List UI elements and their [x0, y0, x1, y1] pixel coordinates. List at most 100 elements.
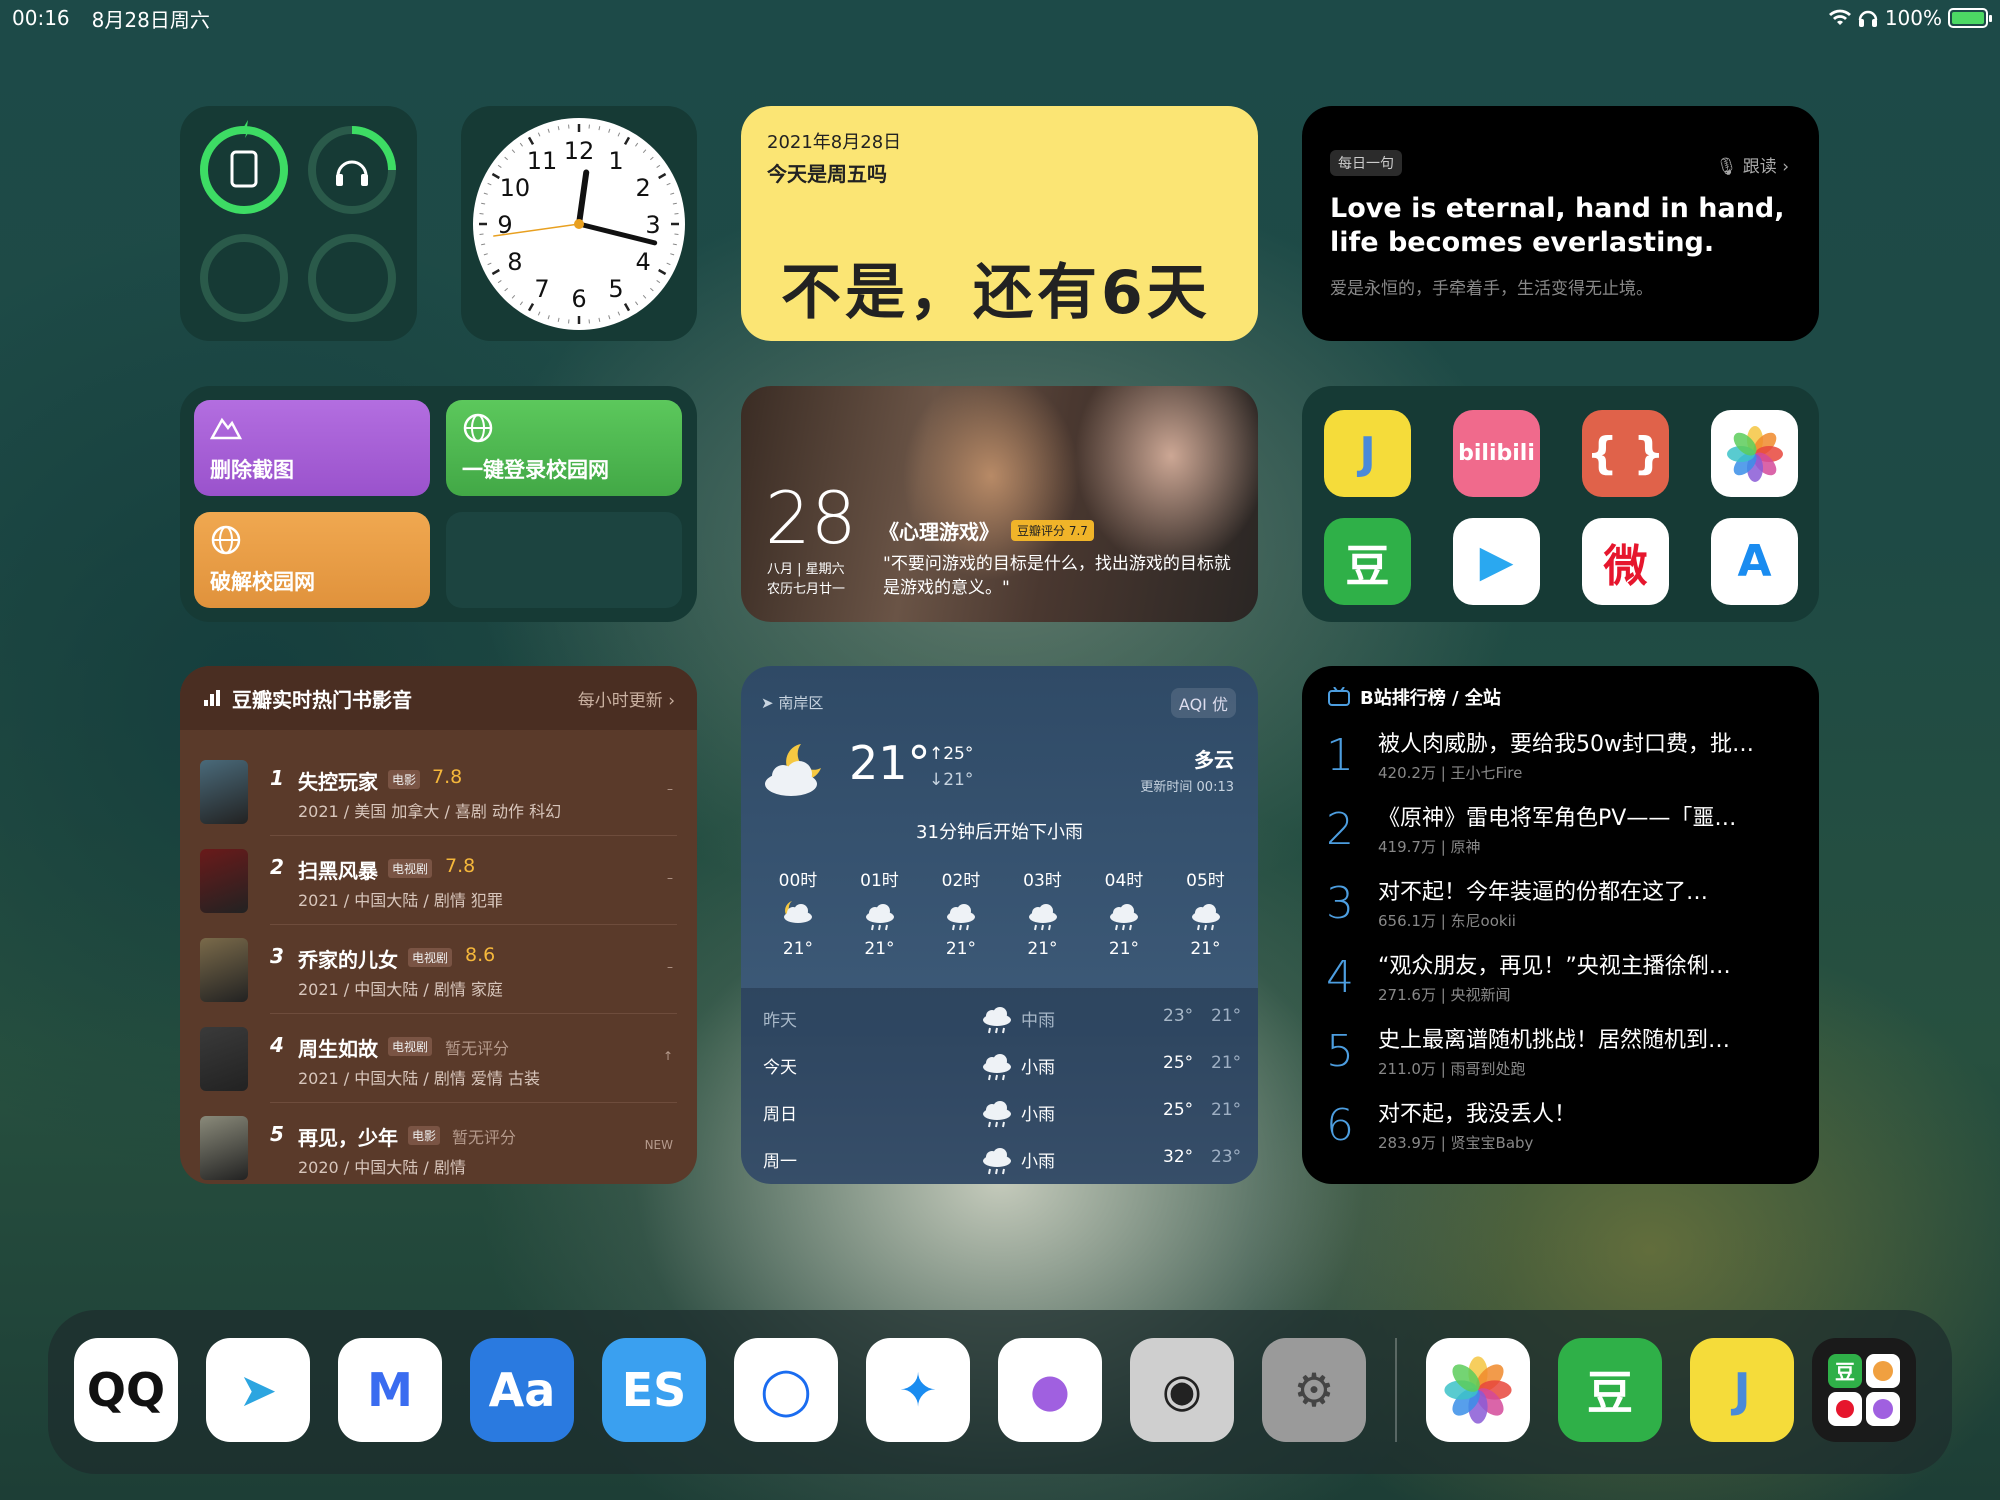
- bilibili-rank: 4: [1326, 952, 1354, 1003]
- day-low: 21°: [1211, 1006, 1242, 1026]
- dock-app-label: ➤: [238, 1363, 278, 1417]
- clock-number: 12: [564, 137, 595, 165]
- hourly-forecast: 05时 21°: [1171, 866, 1241, 959]
- clock-number: 6: [571, 285, 586, 313]
- bilibili-item[interactable]: 6 对不起，我没丢人！ 283.9万 | 贤宝宝Baby: [1326, 1092, 1797, 1166]
- battery-icon: [1948, 8, 1992, 28]
- clock-tick: [527, 136, 535, 145]
- movie-lunar-line1: 八月 | 星期六: [767, 562, 845, 577]
- safari-dock-icon[interactable]: ✦: [866, 1338, 970, 1442]
- bilibili-item[interactable]: 2 《原神》雷电将军角色PV——「噩… 419.7万 | 原神: [1326, 796, 1797, 870]
- douban-score: 7.8: [445, 855, 476, 877]
- movie-quote-widget[interactable]: 28 八月 | 星期六 农历七月廿一 《心理游戏》 豆瓣评分 7.7 "不要问游…: [741, 386, 1258, 622]
- clock-tick: [557, 126, 560, 131]
- douban-name: 失控玩家: [298, 770, 378, 794]
- bilibili-icon[interactable]: bilibili: [1453, 410, 1540, 497]
- douban-item[interactable]: 1 失控玩家 电影 7.8 2021 / 美国 加拿大 / 喜剧 动作 科幻 –: [200, 748, 677, 836]
- movie-quote: "不要问游戏的目标是什么，找出游戏的目标就是游戏的意义。": [883, 554, 1231, 598]
- j-app-icon[interactable]: J: [1324, 410, 1411, 497]
- clock-tick: [642, 149, 647, 153]
- clock-widget[interactable]: 12 1 2 3 4 5 6 7 8 9 10 11: [461, 106, 697, 341]
- douban-update-link[interactable]: 每小时更新 ›: [578, 686, 675, 711]
- douban-hot-widget[interactable]: 豆瓣实时热门书影音 每小时更新 › 1 失控玩家 电影 7.8 2021 / 美…: [180, 666, 697, 1184]
- bilibili-item[interactable]: 5 史上最离谱随机挑战！居然随机到… 211.0万 | 雨哥到处跑: [1326, 1018, 1797, 1092]
- code-app-icon[interactable]: { }: [1582, 410, 1669, 497]
- bilibili-item[interactable]: 1 被人肉威胁，要给我50w封口费，批… 420.2万 | 王小七Fire: [1326, 722, 1797, 796]
- rain-icon: [1089, 899, 1159, 933]
- weather-widget[interactable]: ➤ 南岸区 AQI 优 21° ↑25° ↓21° 多云 更新时间 00:13 …: [741, 666, 1258, 1184]
- app-library-icon[interactable]: 豆: [1812, 1338, 1916, 1442]
- tencent-video-icon[interactable]: ▶: [1453, 518, 1540, 605]
- hour-label: 05时: [1186, 871, 1225, 891]
- circle-app-dock-icon[interactable]: ◯: [734, 1338, 838, 1442]
- dock-app-label: M: [367, 1363, 413, 1417]
- clock-tick: [672, 243, 677, 246]
- douban-meta: 2021 / 中国大陆 / 剧情 犯罪: [298, 891, 503, 910]
- balloon-app-dock-icon[interactable]: ●: [998, 1338, 1102, 1442]
- hourly-forecast: 00时 21°: [763, 866, 833, 959]
- settings-dock-icon[interactable]: ⚙: [1262, 1338, 1366, 1442]
- shortcut-crack-campus[interactable]: 破解校园网: [194, 512, 430, 608]
- poster-thumbnail: [200, 760, 248, 824]
- dock-app-label: ✦: [898, 1363, 938, 1417]
- douban-item[interactable]: 3 乔家的儿女 电视剧 8.6 2021 / 中国大陆 / 剧情 家庭 –: [200, 926, 677, 1014]
- poster-thumbnail: [200, 849, 248, 913]
- douban-trend: –: [667, 871, 673, 885]
- telegram-dock-icon[interactable]: ➤: [206, 1338, 310, 1442]
- app-folder-widget: J bilibili { } 豆 ▶ 微 A: [1302, 386, 1819, 622]
- clock-tick: [598, 317, 601, 322]
- hour-label: 03时: [1023, 871, 1062, 891]
- shortcut-label: 一键登录校园网: [462, 458, 609, 482]
- clock-tick: [483, 192, 488, 195]
- app-label: bilibili: [1458, 441, 1535, 466]
- shortcut-campus-login[interactable]: 一键登录校园网: [446, 400, 682, 496]
- shortcut-label: 删除截图: [210, 458, 294, 482]
- weibo-icon[interactable]: 微: [1582, 518, 1669, 605]
- day-condition: 小雨: [1021, 1152, 1055, 1172]
- clock-tick: [537, 311, 541, 316]
- douban-icon[interactable]: 豆: [1324, 518, 1411, 605]
- clock-face: 12 1 2 3 4 5 6 7 8 9 10 11: [473, 118, 685, 330]
- j-app-dock-icon[interactable]: J: [1690, 1338, 1794, 1442]
- douban-item[interactable]: 2 扫黑风暴 电视剧 7.8 2021 / 中国大陆 / 剧情 犯罪 –: [200, 837, 677, 925]
- batteries-widget[interactable]: [180, 106, 417, 341]
- shortcut-delete-screenshots[interactable]: 删除截图: [194, 400, 430, 496]
- photos-icon[interactable]: [1711, 410, 1798, 497]
- day-low: 21°: [1211, 1053, 1242, 1073]
- douban-dock-icon[interactable]: 豆: [1558, 1338, 1662, 1442]
- bilibili-video-meta: 271.6万 | 央视新闻: [1378, 986, 1511, 1004]
- douban-meta: 2021 / 中国大陆 / 剧情 爱情 古装: [298, 1069, 541, 1088]
- bilibili-item[interactable]: 3 对不起！今年装逼的份都在这了… 656.1万 | 东尼ookii: [1326, 870, 1797, 944]
- hour-label: 01时: [860, 871, 899, 891]
- bilibili-ranking-widget[interactable]: B站排行榜 / 全站 1 被人肉威胁，要给我50w封口费，批… 420.2万 |…: [1302, 666, 1819, 1184]
- follow-read-button[interactable]: 🎙 跟读 ›: [1716, 152, 1789, 177]
- photos-flower-icon: [1444, 1356, 1512, 1424]
- camera-dock-icon[interactable]: ◉: [1130, 1338, 1234, 1442]
- daily-row: 昨天 中雨 23° 21°: [763, 994, 1241, 1041]
- rain-icon: [845, 899, 915, 933]
- douban-rank: 4: [270, 1033, 284, 1057]
- clock-tick: [635, 301, 639, 306]
- douban-item[interactable]: 5 再见，少年 电影 暂无评分 2020 / 中国大陆 / 剧情 NEW: [200, 1104, 677, 1184]
- clock-tick: [491, 172, 500, 180]
- douban-kind: 电影: [408, 1126, 441, 1145]
- photos-dock-icon[interactable]: [1426, 1338, 1530, 1442]
- douban-item[interactable]: 4 周生如故 电视剧 暂无评分 2021 / 中国大陆 / 剧情 爱情 古装 ↑: [200, 1015, 677, 1103]
- clock-tick: [504, 156, 508, 161]
- bilibili-item[interactable]: 4 “观众朋友，再见！”央视主播徐俐… 271.6万 | 央视新闻: [1326, 944, 1797, 1018]
- dictionary-dock-icon[interactable]: Aa: [470, 1338, 574, 1442]
- clock-number: 3: [645, 211, 660, 239]
- rain-icon: [977, 1049, 1017, 1089]
- bilibili-rank: 6: [1326, 1100, 1354, 1151]
- m-app-dock-icon[interactable]: M: [338, 1338, 442, 1442]
- app-store-icon[interactable]: A: [1711, 518, 1798, 605]
- dock-app-label: ◉: [1161, 1363, 1203, 1417]
- clock-tick: [617, 311, 621, 316]
- clock-tick: [658, 268, 667, 276]
- shortcut-label: 破解校园网: [210, 570, 315, 594]
- qq-dock-icon[interactable]: QQ: [74, 1338, 178, 1442]
- daily-quote-widget[interactable]: 每日一句 🎙 跟读 › Love is eternal, hand in han…: [1302, 106, 1819, 341]
- clock-tick: [487, 262, 492, 266]
- date-widget[interactable]: 2021年8月28日 今天是周五吗 不是，还有6天: [741, 106, 1258, 341]
- es-file-dock-icon[interactable]: ES: [602, 1338, 706, 1442]
